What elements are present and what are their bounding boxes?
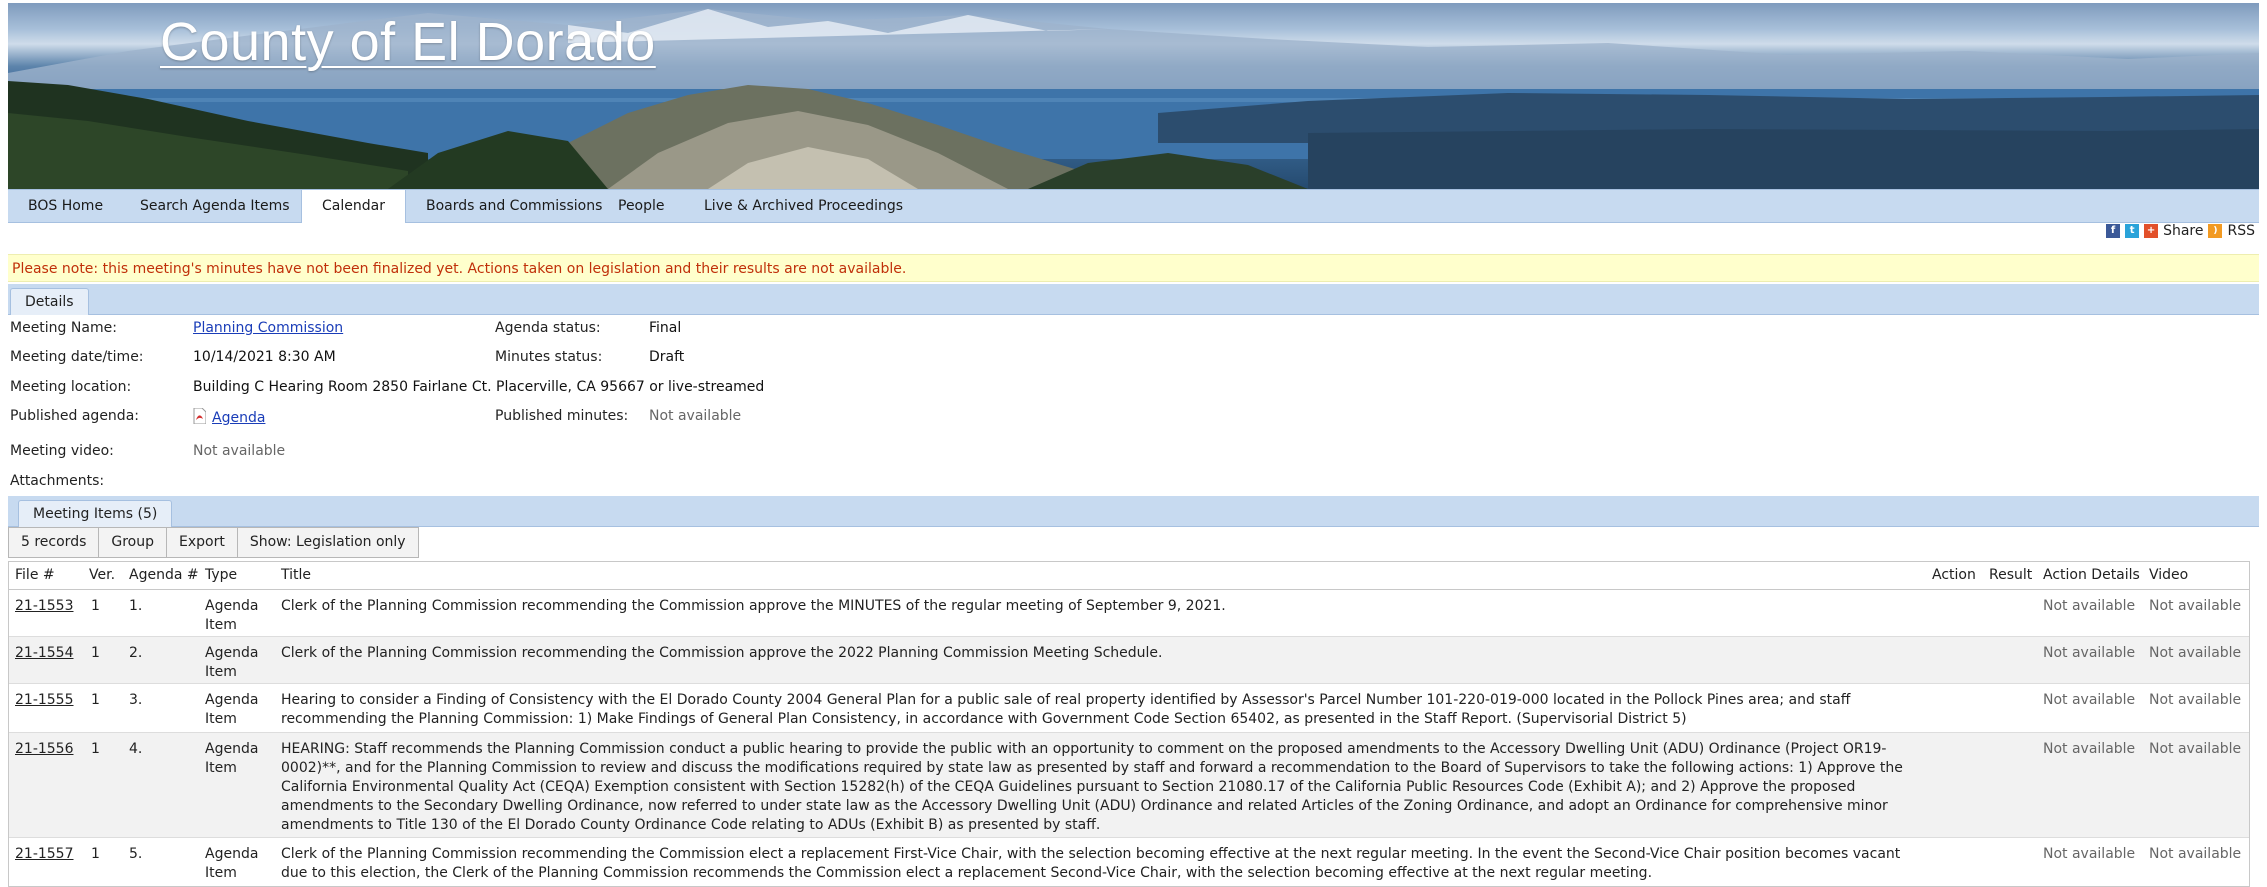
- type-cell: Agenda Item: [205, 846, 259, 881]
- title-cell: Clerk of the Planning Commission recomme…: [281, 846, 1901, 881]
- meeting-items-table: File # Ver. Agenda # Type Title Action R…: [8, 561, 2250, 887]
- minutes-status-label: Minutes status:: [495, 349, 603, 365]
- title-cell: HEARING: Staff recommends the Planning C…: [281, 741, 1903, 833]
- action-details-cell: Not available: [2043, 846, 2136, 862]
- main-nav: BOS Home Search Agenda Items Calendar Bo…: [8, 189, 2259, 223]
- meeting-video-label: Meeting video:: [10, 443, 114, 459]
- minutes-notice: Please note: this meeting's minutes have…: [8, 254, 2259, 282]
- ver-cell: 1: [91, 846, 100, 862]
- title-cell: Hearing to consider a Finding of Consist…: [281, 692, 1851, 727]
- tab-meeting-items[interactable]: Meeting Items (5): [18, 500, 173, 527]
- meeting-datetime-value: 10/14/2021 8:30 AM: [193, 349, 336, 365]
- group-button[interactable]: Group: [99, 528, 167, 557]
- published-minutes-value: Not available: [649, 408, 742, 424]
- video-cell: Not available: [2149, 645, 2242, 661]
- video-cell: Not available: [2149, 598, 2242, 614]
- grid-toolbar: 5 records Group Export Show: Legislation…: [8, 527, 419, 558]
- file-link[interactable]: 21-1553: [15, 597, 74, 616]
- meeting-video-value: Not available: [193, 443, 286, 459]
- header-banner: County of El Dorado: [8, 3, 2259, 189]
- nav-search-agenda-items[interactable]: Search Agenda Items: [120, 190, 310, 222]
- table-row: 21-1553 1 1. Agenda Item Clerk of the Pla…: [9, 590, 2249, 637]
- nav-people[interactable]: People: [598, 190, 685, 222]
- rss-icon[interactable]: ): [2208, 224, 2223, 238]
- rss-link[interactable]: RSS: [2227, 223, 2255, 239]
- site-title[interactable]: County of El Dorado: [160, 11, 656, 73]
- agenda-number-cell: 5.: [129, 846, 143, 862]
- file-link[interactable]: 21-1555: [15, 691, 74, 710]
- video-cell: Not available: [2149, 692, 2242, 708]
- pdf-icon: [193, 408, 206, 424]
- type-cell: Agenda Item: [205, 692, 259, 727]
- video-cell: Not available: [2149, 741, 2242, 757]
- nav-live-archived-proceedings[interactable]: Live & Archived Proceedings: [684, 190, 923, 222]
- agenda-number-cell: 1.: [129, 598, 143, 614]
- table-row: 21-1555 1 3. Agenda Item Hearing to consi…: [9, 684, 2249, 733]
- attachments-label: Attachments:: [10, 473, 105, 489]
- header-action[interactable]: Action: [1932, 562, 1976, 589]
- type-cell: Agenda Item: [205, 598, 259, 633]
- video-cell: Not available: [2149, 846, 2242, 862]
- share-icon[interactable]: +: [2144, 224, 2159, 238]
- agenda-status-value: Final: [649, 320, 682, 336]
- header-file[interactable]: File #: [15, 562, 55, 589]
- share-link[interactable]: Share: [2163, 223, 2203, 239]
- table-header: File # Ver. Agenda # Type Title Action R…: [9, 562, 2249, 590]
- file-link[interactable]: 21-1556: [15, 740, 74, 759]
- header-ver[interactable]: Ver.: [89, 562, 115, 589]
- file-link[interactable]: 21-1554: [15, 644, 74, 663]
- meeting-items-tabbar: Meeting Items (5): [8, 496, 2259, 527]
- published-minutes-label: Published minutes:: [495, 408, 629, 424]
- agenda-number-cell: 4.: [129, 741, 143, 757]
- nav-calendar[interactable]: Calendar: [301, 190, 406, 223]
- nav-bos-home[interactable]: BOS Home: [8, 190, 123, 222]
- meeting-datetime-label: Meeting date/time:: [10, 349, 144, 365]
- show-filter-button[interactable]: Show: Legislation only: [238, 528, 418, 557]
- agenda-number-cell: 3.: [129, 692, 143, 708]
- header-title[interactable]: Title: [281, 562, 311, 589]
- header-result[interactable]: Result: [1989, 562, 2032, 589]
- title-cell: Clerk of the Planning Commission recomme…: [281, 598, 1226, 614]
- header-action-details[interactable]: Action Details: [2043, 562, 2140, 589]
- minutes-status-value: Draft: [649, 349, 685, 365]
- action-details-cell: Not available: [2043, 598, 2136, 614]
- file-link[interactable]: 21-1557: [15, 845, 74, 864]
- meeting-name-label: Meeting Name:: [10, 320, 117, 336]
- facebook-icon[interactable]: f: [2106, 224, 2121, 238]
- type-cell: Agenda Item: [205, 645, 259, 680]
- published-agenda-label: Published agenda:: [10, 408, 139, 424]
- nav-boards-and-commissions[interactable]: Boards and Commissions: [406, 190, 622, 222]
- agenda-status-label: Agenda status:: [495, 320, 601, 336]
- ver-cell: 1: [91, 692, 100, 708]
- tab-details[interactable]: Details: [10, 288, 89, 315]
- meeting-location-label: Meeting location:: [10, 379, 132, 395]
- published-agenda: Agenda: [193, 408, 265, 426]
- ver-cell: 1: [91, 598, 100, 614]
- meeting-name-link[interactable]: Planning Commission: [193, 320, 343, 336]
- share-bar: f t + Share ) RSS: [2106, 222, 2255, 240]
- ver-cell: 1: [91, 645, 100, 661]
- header-type[interactable]: Type: [205, 562, 237, 589]
- ver-cell: 1: [91, 741, 100, 757]
- agenda-number-cell: 2.: [129, 645, 143, 661]
- table-row: 21-1557 1 5. Agenda Item Clerk of the Pla…: [9, 838, 2249, 886]
- action-details-cell: Not available: [2043, 741, 2136, 757]
- export-button[interactable]: Export: [167, 528, 238, 557]
- action-details-cell: Not available: [2043, 692, 2136, 708]
- table-row: 21-1556 1 4. Agenda Item HEARING: Staff r…: [9, 733, 2249, 838]
- type-cell: Agenda Item: [205, 741, 259, 776]
- twitter-icon[interactable]: t: [2125, 224, 2140, 238]
- header-video[interactable]: Video: [2149, 562, 2188, 589]
- action-details-cell: Not available: [2043, 645, 2136, 661]
- details-tabbar: Details: [8, 284, 2259, 315]
- title-cell: Clerk of the Planning Commission recomme…: [281, 645, 1163, 661]
- agenda-link[interactable]: Agenda: [212, 410, 265, 426]
- records-count: 5 records: [9, 528, 100, 557]
- meeting-location-value: Building C Hearing Room 2850 Fairlane Ct…: [193, 379, 765, 395]
- header-agenda[interactable]: Agenda #: [129, 562, 199, 589]
- table-row: 21-1554 1 2. Agenda Item Clerk of the Pla…: [9, 637, 2249, 684]
